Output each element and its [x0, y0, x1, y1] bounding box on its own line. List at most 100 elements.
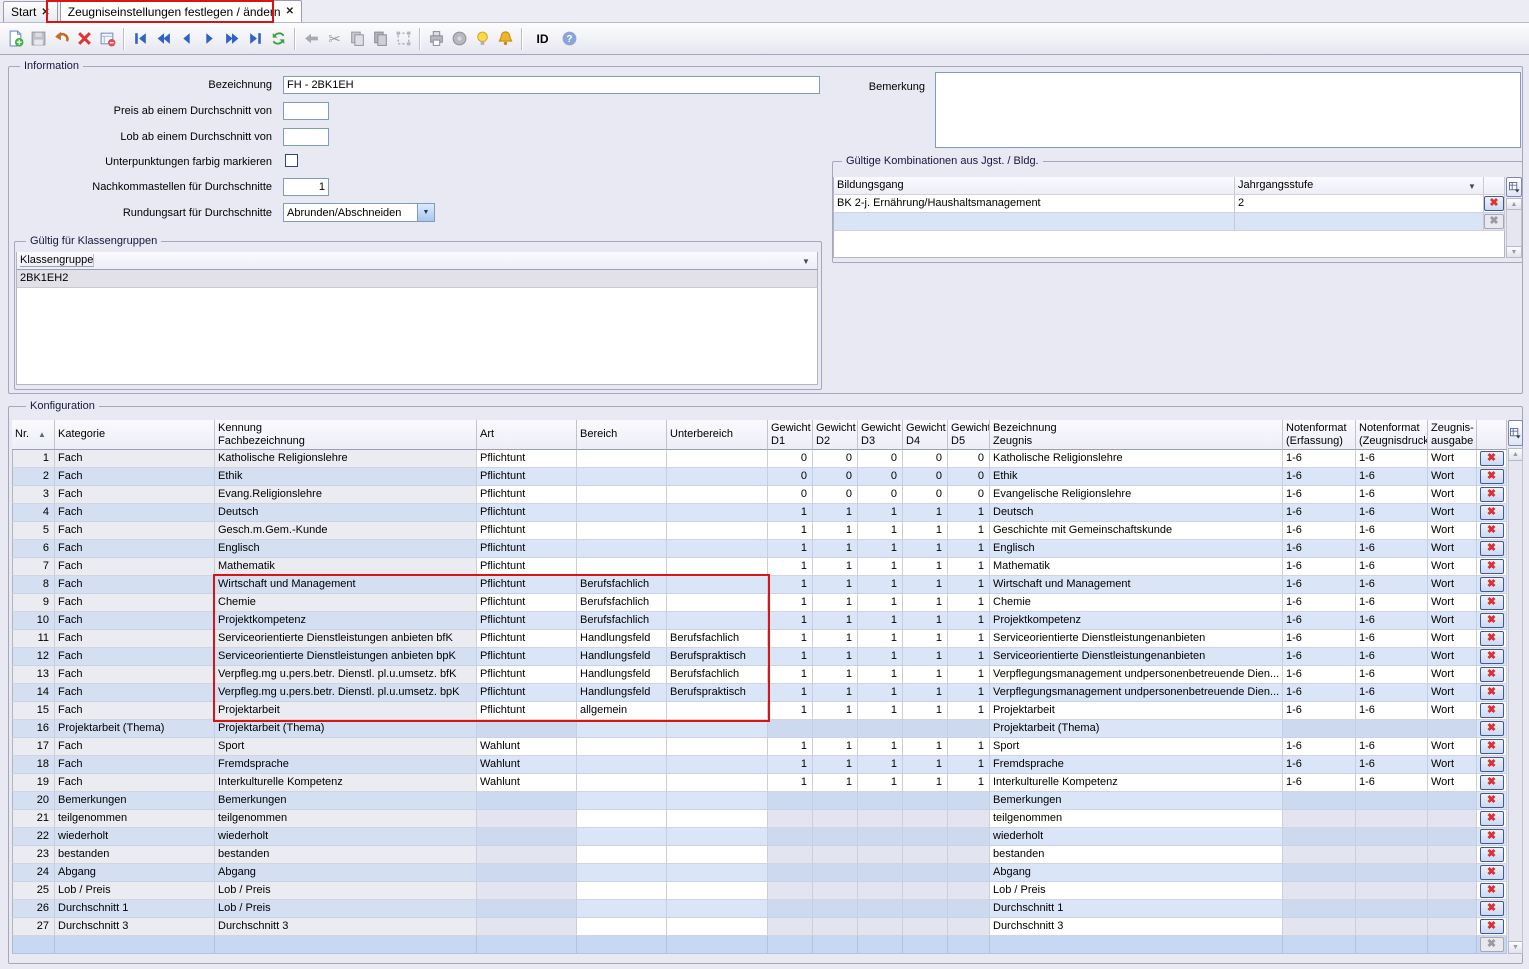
table-row[interactable]: 2 Fach Ethik Pflichtunt 0 0 0 0 0 Ethik … — [12, 468, 1507, 486]
cell-notenformat-zeugnisdruck[interactable] — [1356, 792, 1428, 810]
cell-notenformat-zeugnisdruck[interactable] — [1356, 828, 1428, 846]
cell-gewicht-d5[interactable]: 1 — [948, 540, 990, 558]
cell-gewicht-d1[interactable]: 1 — [768, 648, 813, 666]
close-icon[interactable]: ✕ — [41, 7, 49, 18]
cell-notenformat-erfassung[interactable] — [1283, 918, 1356, 936]
cell-kategorie[interactable]: wiederholt — [55, 828, 215, 846]
close-icon[interactable]: ✕ — [286, 6, 294, 17]
cell-art[interactable] — [477, 720, 577, 738]
cell-gewicht-d5[interactable]: 1 — [948, 666, 990, 684]
delete-row-button[interactable]: ✖ — [1480, 703, 1504, 718]
cell-zeugnisausgabe[interactable]: Wort — [1428, 540, 1477, 558]
cell-unterbereich[interactable]: Berufspraktisch — [667, 684, 768, 702]
cell-gewicht-d2[interactable]: 1 — [813, 666, 858, 684]
cell-zeugnisausgabe[interactable]: Wort — [1428, 774, 1477, 792]
prev-icon[interactable] — [176, 28, 197, 49]
cell-gewicht-d3[interactable] — [858, 720, 903, 738]
table-row[interactable]: 9 Fach Chemie Pflichtunt Berufsfachlich … — [12, 594, 1507, 612]
cell-unterbereich[interactable] — [667, 792, 768, 810]
cell-gewicht-d3[interactable] — [858, 792, 903, 810]
cell-kategorie[interactable]: Lob / Preis — [55, 882, 215, 900]
cell-bereich[interactable]: Handlungsfeld — [577, 666, 667, 684]
cell-gewicht-d1[interactable] — [768, 828, 813, 846]
cell-gewicht-d4[interactable]: 0 — [903, 450, 948, 468]
cell-gewicht-d3[interactable] — [858, 828, 903, 846]
cell-bereich[interactable]: Handlungsfeld — [577, 630, 667, 648]
cell-gewicht-d5[interactable]: 1 — [948, 612, 990, 630]
cell-art[interactable] — [477, 918, 577, 936]
cell-bereich[interactable] — [577, 504, 667, 522]
cell-notenformat-zeugnisdruck[interactable]: 1-6 — [1356, 666, 1428, 684]
cell-unterbereich[interactable]: Berufsfachlich — [667, 666, 768, 684]
cell-notenformat-erfassung[interactable]: 1-6 — [1283, 540, 1356, 558]
cell-bezeichnung-zeugnis[interactable]: Geschichte mit Gemeinschaftskunde — [990, 522, 1283, 540]
table-row[interactable]: 14 Fach Verpfleg.mg u.pers.betr. Dienstl… — [12, 684, 1507, 702]
cell-gewicht-d5[interactable]: 1 — [948, 522, 990, 540]
delete-row-button[interactable]: ✖ — [1480, 487, 1504, 502]
delete-row-button[interactable]: ✖ — [1480, 631, 1504, 646]
last-record-icon[interactable] — [245, 28, 266, 49]
cell-notenformat-zeugnisdruck[interactable]: 1-6 — [1356, 522, 1428, 540]
cell-kategorie[interactable]: Bemerkungen — [55, 792, 215, 810]
cell-notenformat-erfassung[interactable] — [1283, 846, 1356, 864]
cell-gewicht-d4[interactable]: 1 — [903, 612, 948, 630]
cell-zeugnisausgabe[interactable]: Wort — [1428, 450, 1477, 468]
column-header[interactable]: Art — [477, 420, 577, 450]
cell-gewicht-d3[interactable]: 0 — [858, 468, 903, 486]
cell-jahrgangsstufe[interactable]: 2 — [1235, 195, 1484, 213]
klassengruppe-row[interactable]: 2BK1EH2 — [16, 270, 818, 288]
cell-gewicht-d5[interactable]: 0 — [948, 468, 990, 486]
cell-unterbereich[interactable] — [667, 864, 768, 882]
cell-unterbereich[interactable] — [667, 846, 768, 864]
table-row[interactable]: 26 Durchschnitt 1 Lob / Preis Durchschni… — [12, 900, 1507, 918]
cell-kennung[interactable]: Projektarbeit — [215, 702, 477, 720]
cell-gewicht-d4[interactable]: 1 — [903, 540, 948, 558]
cell-unterbereich[interactable] — [667, 450, 768, 468]
delete-row-button[interactable]: ✖ — [1480, 577, 1504, 592]
cell-gewicht-d3[interactable] — [858, 918, 903, 936]
cell-notenformat-erfassung[interactable] — [1283, 882, 1356, 900]
cell-notenformat-erfassung[interactable] — [1283, 720, 1356, 738]
cell-notenformat-erfassung[interactable]: 1-6 — [1283, 522, 1356, 540]
cell-gewicht-d3[interactable]: 1 — [858, 612, 903, 630]
cell-zeugnisausgabe[interactable]: Wort — [1428, 738, 1477, 756]
cell-gewicht-d5[interactable] — [948, 918, 990, 936]
cell-notenformat-zeugnisdruck[interactable]: 1-6 — [1356, 504, 1428, 522]
cell-unterbereich[interactable] — [667, 576, 768, 594]
cell-notenformat-zeugnisdruck[interactable]: 1-6 — [1356, 594, 1428, 612]
cell-gewicht-d1[interactable]: 1 — [768, 540, 813, 558]
cell-zeugnisausgabe[interactable]: Wort — [1428, 522, 1477, 540]
cell-art[interactable] — [477, 792, 577, 810]
delete-row-button[interactable]: ✖ — [1480, 793, 1504, 808]
delete-row-button[interactable]: ✖ — [1480, 775, 1504, 790]
cell-gewicht-d4[interactable] — [903, 792, 948, 810]
delete-row-button[interactable]: ✖ — [1480, 919, 1504, 934]
cell-kennung[interactable]: Fremdsprache — [215, 756, 477, 774]
cell-gewicht-d4[interactable] — [903, 918, 948, 936]
cell-gewicht-d5[interactable]: 1 — [948, 738, 990, 756]
cell-gewicht-d3[interactable]: 1 — [858, 702, 903, 720]
column-header[interactable]: Notenformat(Erfassung) — [1283, 420, 1356, 450]
delete-row-button[interactable]: ✖ — [1484, 196, 1504, 211]
cell-notenformat-zeugnisdruck[interactable]: 1-6 — [1356, 612, 1428, 630]
cell-notenformat-zeugnisdruck[interactable] — [1356, 810, 1428, 828]
cell-gewicht-d4[interactable]: 1 — [903, 756, 948, 774]
cell-gewicht-d1[interactable] — [768, 900, 813, 918]
delete-row-button[interactable]: ✖ — [1480, 613, 1504, 628]
cell-notenformat-zeugnisdruck[interactable]: 1-6 — [1356, 468, 1428, 486]
cell-gewicht-d2[interactable]: 0 — [813, 468, 858, 486]
cell-kennung[interactable]: Projektkompetenz — [215, 612, 477, 630]
cell-bezeichnung-zeugnis[interactable]: Projektarbeit (Thema) — [990, 720, 1283, 738]
cell-gewicht-d3[interactable] — [858, 864, 903, 882]
cell-notenformat-zeugnisdruck[interactable]: 1-6 — [1356, 648, 1428, 666]
cell-notenformat-zeugnisdruck[interactable]: 1-6 — [1356, 540, 1428, 558]
cell-zeugnisausgabe[interactable]: Wort — [1428, 612, 1477, 630]
cell-zeugnisausgabe[interactable]: Wort — [1428, 486, 1477, 504]
kombinationen-row[interactable]: BK 2-j. Ernährung/Haushaltsmanagement 2 … — [833, 195, 1505, 213]
cell-gewicht-d4[interactable]: 1 — [903, 648, 948, 666]
cell-gewicht-d2[interactable]: 1 — [813, 648, 858, 666]
cell-bezeichnung-zeugnis[interactable]: Bemerkungen — [990, 792, 1283, 810]
cell-zeugnisausgabe[interactable] — [1428, 900, 1477, 918]
cell-zeugnisausgabe[interactable] — [1428, 828, 1477, 846]
cell-kennung[interactable]: Deutsch — [215, 504, 477, 522]
